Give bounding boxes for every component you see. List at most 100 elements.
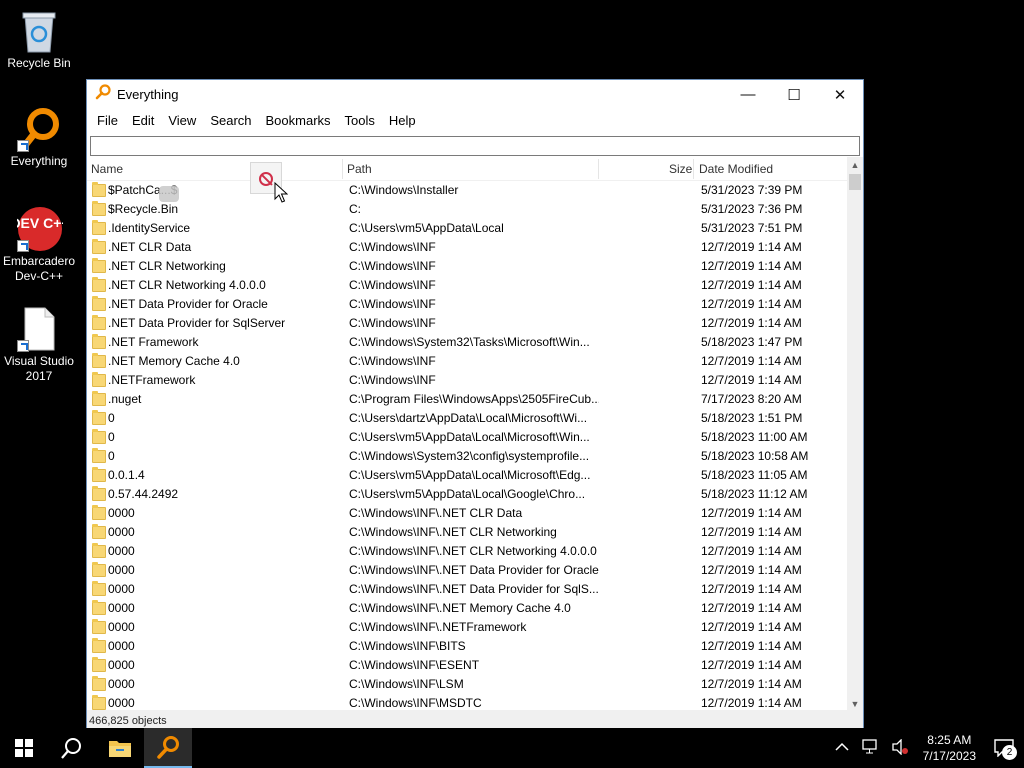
chevron-up-icon[interactable] (829, 741, 855, 755)
table-row[interactable]: .NET Data Provider for SqlServer C:\Windo… (87, 314, 847, 333)
table-row[interactable]: .nuget C:\Program Files\WindowsApps\2505F… (87, 390, 847, 409)
minimize-button[interactable]: — (725, 80, 771, 109)
row-date-modified: 5/18/2023 11:12 AM (701, 487, 808, 501)
table-row[interactable]: 0000 C:\Windows\INF\.NET CLR Networking 4… (87, 542, 847, 561)
search-input[interactable] (91, 137, 859, 155)
column-header-date[interactable]: Date Modified (695, 157, 773, 181)
table-row[interactable]: .NET Data Provider for Oracle C:\Windows\… (87, 295, 847, 314)
action-center-button[interactable]: 2 (984, 728, 1024, 768)
taskbar: 8:25 AM 7/17/2023 2 (0, 728, 1024, 768)
table-row[interactable]: 0000 C:\Windows\INF\BITS 12/7/2019 1:14 AM (87, 637, 847, 656)
table-row[interactable]: 0000 C:\Windows\INF\.NET CLR Data 12/7/201… (87, 504, 847, 523)
clock[interactable]: 8:25 AM 7/17/2023 (915, 732, 984, 764)
taskbar-file-explorer[interactable] (96, 728, 144, 768)
table-row[interactable]: 0000 C:\Windows\INF\.NET Data Provider fo… (87, 561, 847, 580)
desktop-icon-visual-studio[interactable]: Visual Studio 2017 (0, 306, 78, 384)
menu-file[interactable]: File (90, 113, 125, 128)
table-row[interactable]: .NET Memory Cache 4.0 C:\Windows\INF 12/7/… (87, 352, 847, 371)
devcpp-icon: DEV C++ (10, 206, 70, 252)
table-row[interactable]: 0000 C:\Windows\INF\ESENT 12/7/2019 1:14 A… (87, 656, 847, 675)
folder-icon (92, 296, 106, 311)
table-row[interactable]: 0000 C:\Windows\INF\.NET CLR Networking 12… (87, 523, 847, 542)
row-name: .NET CLR Networking (108, 259, 226, 273)
table-row[interactable]: 0000 C:\Windows\INF\LSM 12/7/2019 1:14 AM (87, 675, 847, 694)
column-header-name[interactable]: Name (87, 157, 123, 181)
folder-icon (92, 410, 106, 425)
row-name: 0000 (108, 620, 135, 634)
row-name: .NET Data Provider for SqlServer (108, 316, 286, 330)
menu-bookmarks[interactable]: Bookmarks (259, 113, 338, 128)
vertical-scrollbar[interactable]: ▲ ▼ (847, 157, 863, 712)
row-name: 0.0.1.4 (108, 468, 145, 482)
desktop-icon-recycle-bin[interactable]: Recycle Bin (0, 8, 78, 71)
table-row[interactable]: $PatchCa...$ C:\Windows\Installer 5/31/202… (87, 181, 847, 200)
row-path: C:\Windows\INF\.NET Data Provider for Sq… (349, 582, 599, 596)
taskbar-everything[interactable] (144, 728, 192, 768)
table-row[interactable]: 0 C:\Users\vm5\AppData\Local\Microsoft\Wi… (87, 428, 847, 447)
row-path: C:\Windows\INF\.NET CLR Data (349, 506, 523, 520)
table-row[interactable]: .NET CLR Networking 4.0.0.0 C:\Windows\IN… (87, 276, 847, 295)
table-row[interactable]: 0 C:\Windows\System32\config\systemprofil… (87, 447, 847, 466)
menu-tools[interactable]: Tools (338, 113, 382, 128)
close-icon: ✕ (833, 86, 847, 104)
folder-icon (92, 657, 106, 672)
row-path: C:\Users\vm5\AppData\Local (349, 221, 504, 235)
search-box (90, 136, 860, 156)
table-row[interactable]: $Recycle.Bin C: 5/31/2023 7:36 PM (87, 200, 847, 219)
maximize-button[interactable]: ☐ (771, 80, 817, 109)
row-path: C:\Windows\System32\config\systemprofile… (349, 449, 590, 463)
column-divider[interactable] (693, 159, 694, 179)
table-row[interactable]: .NET CLR Networking C:\Windows\INF 12/7/20… (87, 257, 847, 276)
row-path: C:\Users\dartz\AppData\Local\Microsoft\W… (349, 411, 588, 425)
row-name: 0 (108, 411, 115, 425)
folder-icon (92, 562, 106, 577)
close-button[interactable]: ✕ (817, 80, 863, 109)
row-name: 0.57.44.2492 (108, 487, 179, 501)
row-date-modified: 12/7/2019 1:14 AM (701, 620, 802, 634)
folder-icon (92, 448, 106, 463)
taskbar-search-button[interactable] (48, 728, 96, 768)
row-name: $Recycle.Bin (108, 202, 179, 216)
row-name: .nuget (108, 392, 142, 406)
row-path: C:\Windows\INF (349, 297, 436, 311)
everything-magnifier-icon (17, 106, 61, 152)
table-row[interactable]: 0.57.44.2492 C:\Users\vm5\AppData\Local\G… (87, 485, 847, 504)
network-icon[interactable] (855, 738, 885, 758)
row-name: 0 (108, 430, 115, 444)
results-list: Name Path Size Date Modified $PatchCa...… (87, 157, 863, 712)
column-header: Name Path Size Date Modified (87, 157, 863, 181)
volume-muted-icon[interactable] (885, 737, 915, 758)
row-date-modified: 12/7/2019 1:14 AM (701, 563, 802, 577)
folder-icon (92, 182, 106, 197)
menu-view[interactable]: View (161, 113, 203, 128)
table-row[interactable]: 0000 C:\Windows\INF\.NET Data Provider fo… (87, 580, 847, 599)
menu-search[interactable]: Search (203, 113, 258, 128)
menu-edit[interactable]: Edit (125, 113, 161, 128)
folder-icon (92, 391, 106, 406)
row-name: .NET Framework (108, 335, 199, 349)
start-button[interactable] (0, 728, 48, 768)
menu-help[interactable]: Help (382, 113, 423, 128)
table-row[interactable]: 0000 C:\Windows\INF\.NET Memory Cache 4.0… (87, 599, 847, 618)
desktop-icon-devcpp[interactable]: DEV C++ Embarcadero Dev-C++ (0, 206, 78, 284)
desktop-icon-everything[interactable]: Everything (0, 106, 78, 169)
title-bar[interactable]: Everything — ☐ ✕ (87, 80, 863, 109)
folder-icon (92, 467, 106, 482)
table-row[interactable]: 0 C:\Users\dartz\AppData\Local\Microsoft\… (87, 409, 847, 428)
table-row[interactable]: .IdentityService C:\Users\vm5\AppData\Loc… (87, 219, 847, 238)
table-row[interactable]: 0.0.1.4 C:\Users\vm5\AppData\Local\Micros… (87, 466, 847, 485)
folder-icon (92, 429, 106, 444)
column-divider[interactable] (598, 159, 599, 179)
scroll-up-icon[interactable]: ▲ (847, 157, 863, 173)
table-row[interactable]: .NETFramework C:\Windows\INF 12/7/2019 1:1… (87, 371, 847, 390)
column-header-size[interactable]: Size (665, 157, 692, 181)
table-row[interactable]: .NET Framework C:\Windows\System32\Tasks\… (87, 333, 847, 352)
row-date-modified: 5/18/2023 11:00 AM (701, 430, 808, 444)
row-path: C:\Windows\INF\BITS (349, 639, 466, 653)
table-row[interactable]: 0000 C:\Windows\INF\.NETFramework 12/7/201… (87, 618, 847, 637)
blank-file-icon (17, 306, 61, 352)
scroll-thumb[interactable] (849, 174, 861, 190)
column-header-path[interactable]: Path (343, 157, 372, 181)
table-row[interactable]: .NET CLR Data C:\Windows\INF 12/7/2019 1:1… (87, 238, 847, 257)
folder-icon (92, 315, 106, 330)
